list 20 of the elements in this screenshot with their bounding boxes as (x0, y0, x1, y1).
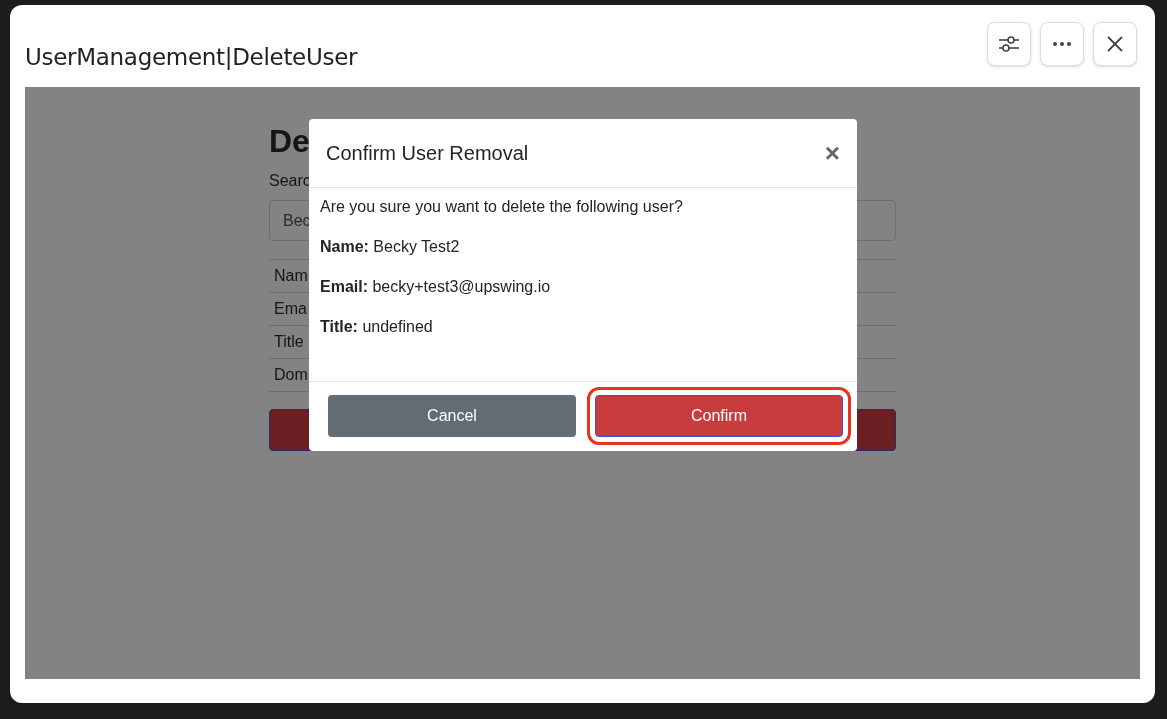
sliders-icon (998, 34, 1020, 54)
table-cell: Dom (274, 366, 308, 384)
confirm-button[interactable]: Confirm (595, 395, 843, 437)
table-cell: Nam (274, 267, 308, 285)
close-button[interactable] (1093, 22, 1137, 66)
search-label: Searc (269, 172, 311, 190)
more-icon (1053, 42, 1071, 46)
modal-title: Confirm User Removal (326, 141, 529, 165)
confirm-question: Are you sure you want to delete the following user? (320, 198, 684, 216)
page-heading: De (269, 123, 310, 160)
settings-button[interactable] (987, 22, 1031, 66)
table-cell: Ema (274, 300, 307, 318)
cancel-button[interactable]: Cancel (328, 395, 576, 437)
table-cell: Title (274, 333, 304, 351)
user-detail: Title: undefined (320, 318, 434, 336)
user-detail: Email: becky+test3@upswing.io (320, 278, 552, 296)
window-title: UserManagement|DeleteUser (25, 44, 358, 70)
modal-close-button[interactable]: × (824, 140, 840, 166)
user-detail: Name: Becky Test2 (320, 238, 461, 256)
close-icon (1107, 36, 1123, 52)
